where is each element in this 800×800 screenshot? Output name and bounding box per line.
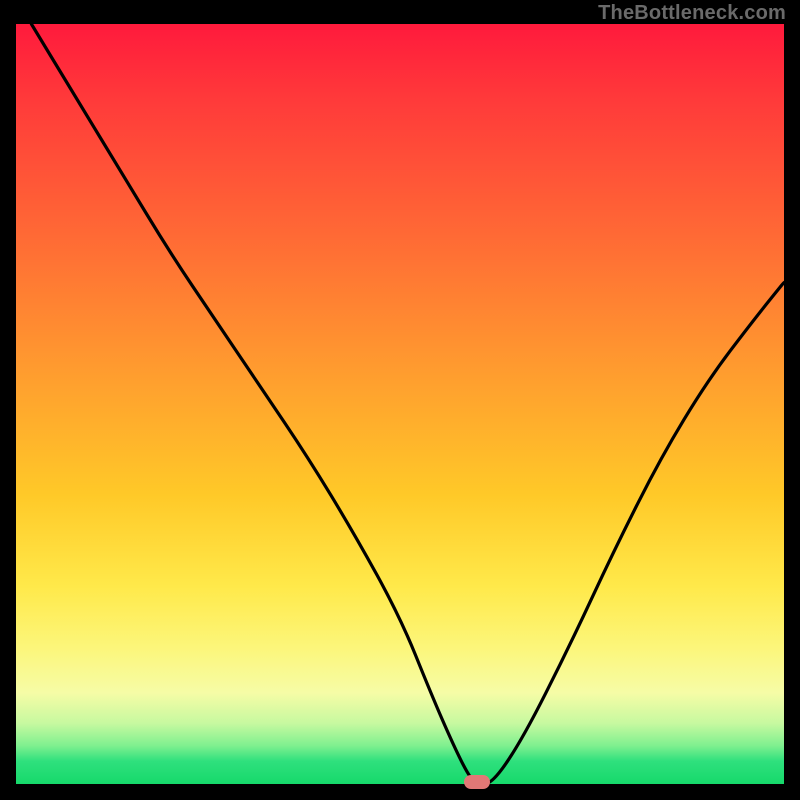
plot-area [16,24,784,784]
chart-frame: TheBottleneck.com [0,0,800,800]
optimal-point-marker [464,775,490,789]
bottleneck-curve [16,24,784,784]
attribution-label: TheBottleneck.com [598,2,786,25]
